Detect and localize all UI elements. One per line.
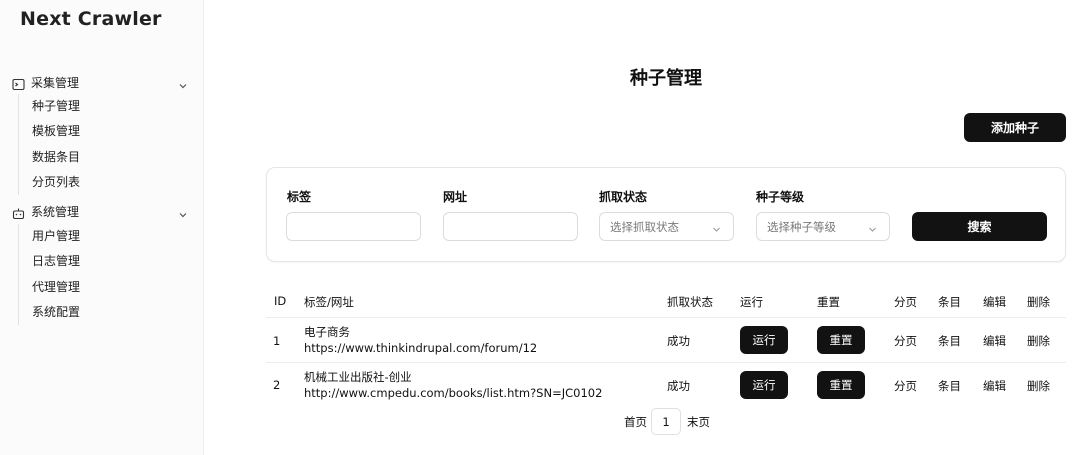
sidebar-group-collection[interactable]: 采集管理 <box>12 72 192 92</box>
edit-link[interactable]: 编辑 <box>983 333 1006 349</box>
first-page-link[interactable]: 首页 <box>624 414 647 430</box>
app-brand: Next Crawler <box>20 8 162 30</box>
column-header-status: 抓取状态 <box>667 295 713 309</box>
edit-link[interactable]: 编辑 <box>983 378 1006 394</box>
entries-link[interactable]: 条目 <box>938 378 961 394</box>
column-header-pages: 分页 <box>894 295 917 309</box>
add-seed-button[interactable]: 添加种子 <box>964 113 1066 142</box>
row-url: http://www.cmpedu.com/books/list.htm?SN=… <box>304 386 603 400</box>
level-select-placeholder: 选择种子等级 <box>767 219 836 234</box>
sidebar-item-logs[interactable]: 日志管理 <box>19 249 80 274</box>
column-header-id: ID <box>274 294 287 308</box>
sidebar-submenu-system: 用户管理 日志管理 代理管理 系统配置 <box>18 224 80 326</box>
level-filter-label: 种子等级 <box>756 190 805 204</box>
chevron-down-icon <box>712 223 721 232</box>
chevron-down-icon <box>178 205 188 218</box>
pages-link[interactable]: 分页 <box>894 333 917 349</box>
sidebar-group-system[interactable]: 系统管理 <box>12 201 192 221</box>
run-button[interactable]: 运行 <box>740 326 788 354</box>
current-page[interactable]: 1 <box>651 408 681 435</box>
sidebar-item-page-lists[interactable]: 分页列表 <box>19 170 80 195</box>
reset-button[interactable]: 重置 <box>817 326 865 354</box>
sidebar-submenu-collection: 种子管理 模板管理 数据条目 分页列表 <box>18 94 80 196</box>
chevron-down-icon <box>178 76 188 89</box>
row-id: 2 <box>273 378 281 392</box>
row-id: 1 <box>273 334 281 348</box>
search-filter-card: 标签 网址 抓取状态 选择抓取状态 种子等级 选择种子等级 搜索 <box>266 167 1066 262</box>
reset-button[interactable]: 重置 <box>817 371 865 399</box>
row-status: 成功 <box>667 379 690 393</box>
column-header-entries: 条目 <box>938 295 961 309</box>
column-header-delete: 删除 <box>1027 295 1050 309</box>
tag-filter-label: 标签 <box>287 190 312 204</box>
search-button[interactable]: 搜索 <box>912 212 1047 241</box>
status-select-placeholder: 选择抓取状态 <box>610 219 679 234</box>
row-tag: 机械工业出版社-创业 <box>304 370 412 384</box>
column-header-tag-url: 标签/网址 <box>304 295 354 309</box>
row-url: https://www.thinkindrupal.com/forum/12 <box>304 341 538 355</box>
sidebar-group-label: 采集管理 <box>31 75 80 90</box>
level-select[interactable]: 选择种子等级 <box>756 212 890 241</box>
sidebar-item-data-entries[interactable]: 数据条目 <box>19 145 80 170</box>
status-filter-label: 抓取状态 <box>599 190 648 204</box>
tag-input[interactable] <box>286 212 421 241</box>
url-input[interactable] <box>443 212 578 241</box>
sidebar-item-templates[interactable]: 模板管理 <box>19 119 80 144</box>
row-status: 成功 <box>667 334 690 348</box>
table-divider <box>266 362 1066 363</box>
page-title: 种子管理 <box>630 68 702 89</box>
status-select[interactable]: 选择抓取状态 <box>599 212 734 241</box>
sidebar-item-proxies[interactable]: 代理管理 <box>19 275 80 300</box>
url-filter-label: 网址 <box>443 190 468 204</box>
column-header-edit: 编辑 <box>983 295 1006 309</box>
delete-link[interactable]: 删除 <box>1027 378 1050 394</box>
column-header-run: 运行 <box>740 295 763 309</box>
entries-link[interactable]: 条目 <box>938 333 961 349</box>
column-header-reset: 重置 <box>817 295 840 309</box>
sidebar-item-users[interactable]: 用户管理 <box>19 224 80 249</box>
table-divider <box>266 317 1066 318</box>
sidebar-item-settings[interactable]: 系统配置 <box>19 300 80 325</box>
sidebar: Next Crawler 采集管理 种子管理 模板管理 数据条目 分页列表 系统… <box>0 0 204 455</box>
sidebar-group-label: 系统管理 <box>31 204 80 219</box>
run-button[interactable]: 运行 <box>740 371 788 399</box>
terminal-icon <box>12 76 25 90</box>
robot-icon <box>12 205 25 219</box>
delete-link[interactable]: 删除 <box>1027 333 1050 349</box>
pages-link[interactable]: 分页 <box>894 378 917 394</box>
row-tag: 电子商务 <box>304 325 350 339</box>
chevron-down-icon <box>868 223 877 232</box>
sidebar-item-seeds[interactable]: 种子管理 <box>19 94 80 119</box>
last-page-link[interactable]: 末页 <box>687 414 710 430</box>
